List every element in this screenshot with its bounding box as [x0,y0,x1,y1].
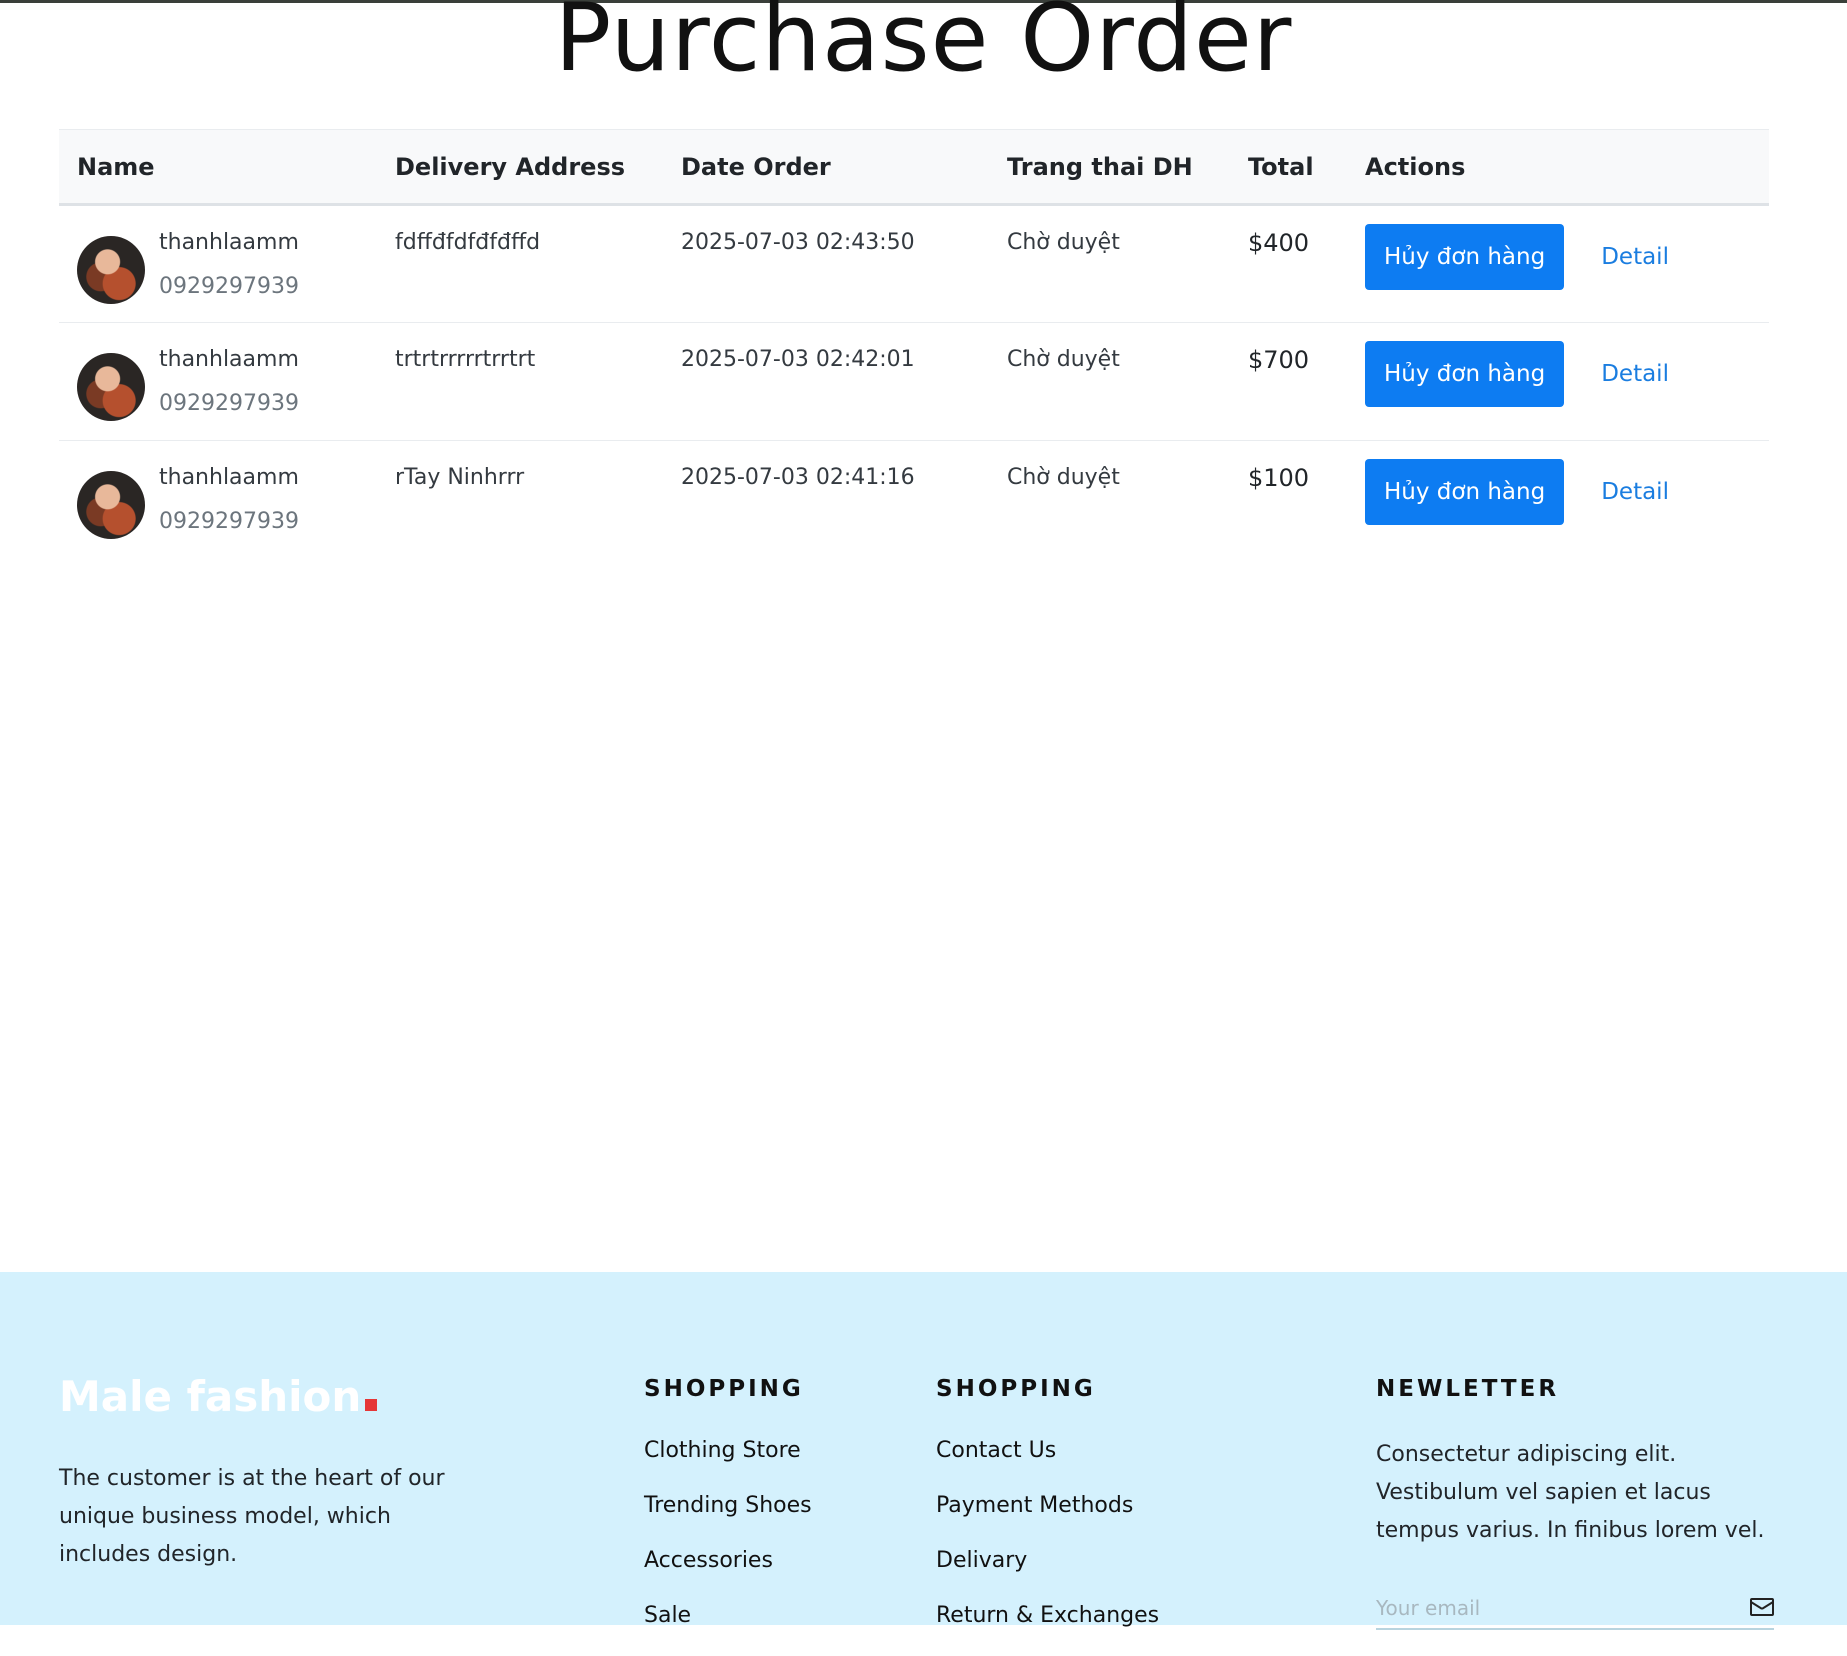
column-header-actions: Actions [1365,152,1466,181]
order-date: 2025-07-03 02:42:01 [681,347,915,372]
name-cell: thanhlaamm 0929297939 [59,441,377,559]
detail-link[interactable]: Detail [1601,341,1669,407]
cancel-order-button[interactable]: Hủy đơn hàng [1365,341,1565,407]
avatar [77,353,145,421]
order-total: $400 [1248,229,1310,257]
footer-logo[interactable]: Male fashion [59,1372,378,1421]
footer-newsletter-text: Consectetur adipiscing elit. Vestibulum … [1376,1442,1765,1543]
footer-link-clothing-store[interactable]: Clothing Store [644,1436,812,1466]
customer-phone: 0929297939 [159,391,299,416]
name-cell: thanhlaamm 0929297939 [59,322,377,441]
order-total: $100 [1248,464,1310,492]
order-date: 2025-07-03 02:43:50 [681,230,915,255]
purchase-orders-table: Name Delivery Address Date Order Trang t… [59,129,1769,559]
avatar [77,471,145,539]
customer-name: thanhlaamm [159,347,299,372]
order-total: $700 [1248,346,1310,374]
envelope-icon[interactable] [1750,1598,1774,1616]
table-row: thanhlaamm 0929297939 trtrtrrrrrtrrtrt 2… [59,322,1769,441]
column-header-delivery-address: Delivery Address [395,152,626,181]
detail-link[interactable]: Detail [1601,224,1669,290]
table-row: thanhlaamm 0929297939 rTay Ninhrrr 2025-… [59,441,1769,559]
detail-link[interactable]: Detail [1601,459,1669,525]
table-row: thanhlaamm 0929297939 fdffđfdfđfđffd 202… [59,204,1769,323]
order-date: 2025-07-03 02:41:16 [681,465,915,490]
footer-shopping-column: SHOPPING Clothing Store Trending Shoes A… [644,1376,812,1656]
footer-description: The customer is at the heart of our uniq… [59,1466,445,1567]
order-status: Chờ duyệt [1007,347,1120,372]
cancel-order-button[interactable]: Hủy đơn hàng [1365,224,1565,290]
column-header-name: Name [77,152,155,181]
footer-shopping-heading-2: SHOPPING [936,1376,1096,1402]
logo-dot [365,1399,378,1411]
delivery-address: fdffđfdfđfđffd [395,230,541,255]
column-header-date-order: Date Order [681,152,831,181]
footer-link-trending-shoes[interactable]: Trending Shoes [644,1491,812,1521]
logo-text: Male fashion [59,1372,362,1421]
column-header-total: Total [1248,152,1314,181]
name-cell: thanhlaamm 0929297939 [59,204,377,323]
order-status: Chờ duyệt [1007,465,1120,490]
delivery-address: trtrtrrrrrtrrtrt [395,347,536,372]
footer-link-return-exchanges[interactable]: Return & Exchanges [936,1601,1159,1631]
footer-link-sale[interactable]: Sale [644,1601,812,1631]
footer-link-payment-methods[interactable]: Payment Methods [936,1491,1159,1521]
newsletter-form [1376,1590,1774,1630]
customer-name: thanhlaamm [159,465,299,490]
column-header-status: Trang thai DH [1007,152,1193,181]
delivery-address: rTay Ninhrrr [395,465,525,490]
cancel-order-button[interactable]: Hủy đơn hàng [1365,459,1565,525]
customer-phone: 0929297939 [159,274,299,299]
table-header-row: Name Delivery Address Date Order Trang t… [59,129,1769,205]
customer-name: thanhlaamm [159,230,299,255]
footer-link-contact-us[interactable]: Contact Us [936,1436,1159,1466]
footer-link-delivery[interactable]: Delivary [936,1546,1159,1576]
footer-newsletter-heading: NEWLETTER [1376,1376,1560,1402]
order-status: Chờ duyệt [1007,230,1120,255]
site-footer: Male fashion The customer is at the hear… [0,1272,1847,1630]
footer-shopping-column-2: SHOPPING Contact Us Payment Methods Deli… [936,1376,1159,1656]
newsletter-email-input[interactable] [1376,1590,1716,1626]
footer-shopping-heading: SHOPPING [644,1376,804,1402]
page-title: Purchase Order [554,0,1293,93]
footer-link-accessories[interactable]: Accessories [644,1546,812,1576]
footer-newsletter-column: NEWLETTER Consectetur adipiscing elit. V… [1376,1376,1796,1630]
avatar [77,236,145,304]
customer-phone: 0929297939 [159,509,299,534]
